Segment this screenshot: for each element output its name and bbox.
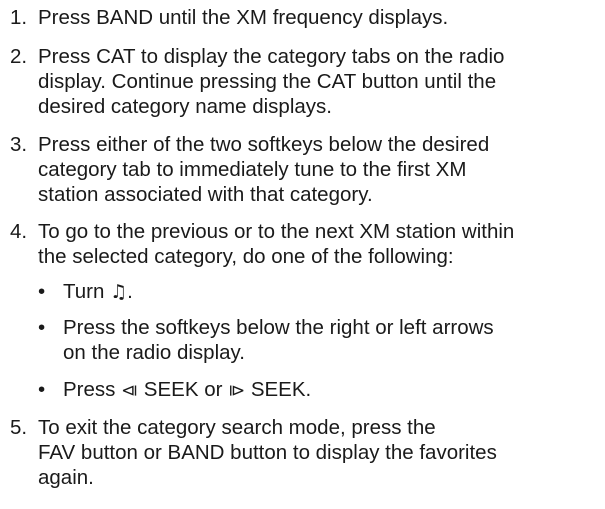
step-text: Press CAT to display the category tabs o… [38, 44, 599, 119]
bullet-text: Press the softkeys below the right or le… [63, 315, 599, 365]
step-text: To exit the category search mode, press … [38, 415, 599, 490]
step-line: To exit the category search mode, press … [38, 416, 436, 439]
step-number: 5. [10, 416, 28, 439]
step-3: 3. Press either of the two softkeys belo… [10, 132, 599, 207]
step-line: FAV button or BAND button to display the… [38, 441, 497, 464]
bullet-line: on the radio display. [63, 341, 245, 364]
step-line: Press either of the two softkeys below t… [38, 133, 490, 156]
seek-next-icon: ⧐ [228, 381, 246, 401]
step-number: 1. [10, 6, 28, 29]
step-line: desired category name displays. [38, 95, 332, 118]
bullet-softkeys: • Press the softkeys below the right or … [38, 315, 599, 365]
step-1: 1. Press BAND until the XM frequency dis… [10, 5, 599, 30]
bullet-seek: • Press ⧏ SEEK or ⧐ SEEK. [38, 378, 312, 401]
instruction-page: 1. Press BAND until the XM frequency dis… [0, 0, 605, 509]
step-text: To go to the previous or to the next XM … [38, 219, 599, 269]
step-5: 5. To exit the category search mode, pre… [10, 415, 599, 490]
bullet-dot: • [38, 378, 46, 401]
bullet-text: Turn [63, 280, 111, 303]
bullet-text: Press [63, 378, 122, 401]
step-text: Press either of the two softkeys below t… [38, 132, 599, 207]
step-number: 3. [10, 133, 28, 156]
bullet-line: Press the softkeys below the right or le… [63, 316, 494, 339]
bullet-turn: • Turn ♫. [38, 280, 133, 303]
tune-knob-icon: ♫ [110, 281, 128, 303]
step-line: station associated with that category. [38, 183, 373, 206]
step-line: again. [38, 466, 94, 489]
step-line: the selected category, do one of the fol… [38, 245, 454, 268]
step-line: category tab to immediately tune to the … [38, 158, 467, 181]
bullet-dot: • [38, 316, 46, 339]
step-number: 2. [10, 45, 28, 68]
bullet-dot: • [38, 280, 46, 303]
step-text: Press BAND until the XM frequency displa… [38, 6, 449, 29]
step-line: To go to the previous or to the next XM … [38, 220, 515, 243]
seek-previous-icon: ⧏ [121, 381, 139, 401]
step-4: 4. To go to the previous or to the next … [10, 219, 599, 269]
step-number: 4. [10, 220, 28, 243]
step-line: Press CAT to display the category tabs o… [38, 45, 505, 68]
step-line: display. Continue pressing the CAT butto… [38, 70, 497, 93]
step-2: 2. Press CAT to display the category tab… [10, 44, 599, 119]
